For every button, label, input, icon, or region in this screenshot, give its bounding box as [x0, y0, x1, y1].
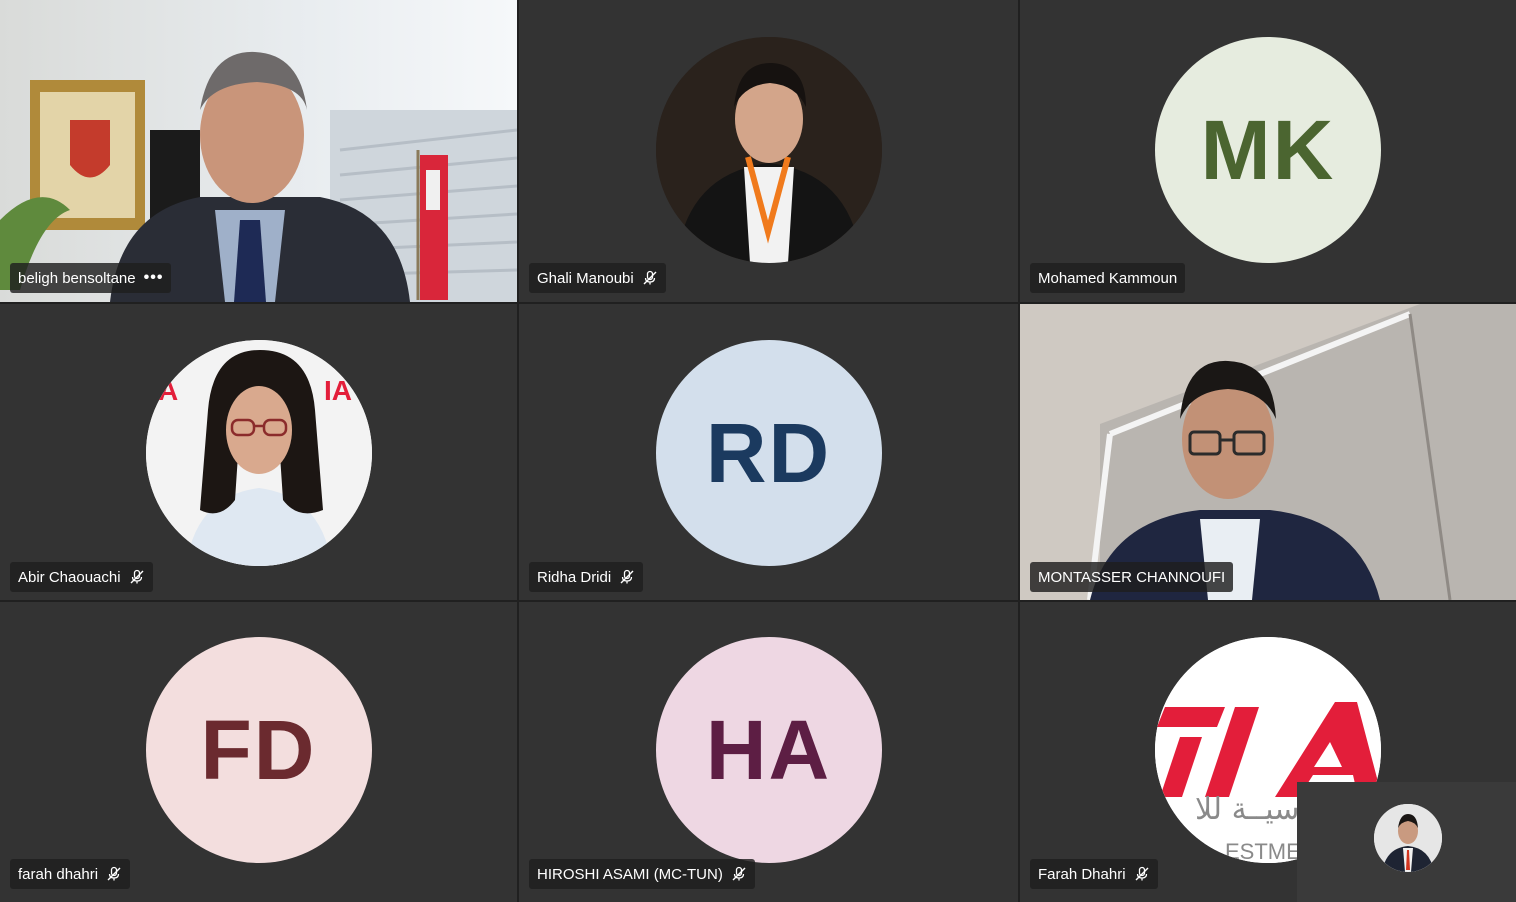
participant-name-label: Ghali Manoubi [529, 263, 666, 293]
avatar-initials: FD [200, 703, 317, 797]
meeting-stage: beligh bensoltane ••• Ghali Manoubi MK M… [0, 0, 1516, 902]
microphone-off-icon [620, 569, 634, 584]
self-avatar-photo [1374, 804, 1442, 872]
svg-text:IA: IA [324, 375, 352, 406]
microphone-off-icon [130, 569, 144, 584]
participant-tile-abir-chaouachi[interactable]: A IA Abir Chaouachi [0, 304, 517, 600]
microphone-off-icon [1135, 866, 1149, 881]
participant-name-label: Abir Chaouachi [10, 562, 153, 592]
avatar-initials: MK [1200, 103, 1336, 197]
participant-avatar-photo: A IA [145, 340, 372, 566]
participant-name: Ridha Dridi [537, 568, 612, 586]
participant-name-label: Mohamed Kammoun [1030, 263, 1186, 293]
participant-name: HIROSHI ASAMI (MC-TUN) [537, 865, 723, 883]
microphone-off-icon [643, 270, 657, 285]
avatar-initials: RD [705, 406, 832, 500]
participant-tile-beligh-bensoltane[interactable]: beligh bensoltane ••• [0, 0, 517, 302]
participant-video [0, 0, 517, 302]
participant-name: farah dhahri [18, 865, 99, 883]
more-options-icon[interactable]: ••• [144, 269, 164, 287]
participant-name: Farah Dhahri [1038, 865, 1126, 883]
microphone-off-icon [107, 866, 121, 881]
participant-tile-hiroshi-asami[interactable]: HA HIROSHI ASAMI (MC-TUN) [519, 602, 1018, 902]
participant-avatar-photo [655, 37, 882, 263]
participant-name-label: HIROSHI ASAMI (MC-TUN) [529, 859, 755, 889]
participant-name-label: Ridha Dridi [529, 562, 644, 592]
participant-name: Mohamed Kammoun [1038, 269, 1178, 287]
participant-tile-farah-dhahri[interactable]: FD farah dhahri [0, 602, 517, 902]
participant-avatar-initials: FD [145, 637, 372, 863]
participant-name-label: farah dhahri [10, 859, 131, 889]
participant-tile-ridha-dridi[interactable]: RD Ridha Dridi [519, 304, 1018, 600]
participant-tile-mohamed-kammoun[interactable]: MK Mohamed Kammoun [1020, 0, 1516, 302]
participant-name: beligh bensoltane [18, 269, 136, 287]
svg-text:سيــة للا: سيــة للا [1195, 792, 1299, 827]
participant-name-label: MONTASSER CHANNOUFI [1030, 562, 1234, 592]
participant-tile-ghali-manoubi[interactable]: Ghali Manoubi [519, 0, 1018, 302]
microphone-off-icon [732, 866, 746, 881]
participant-name: MONTASSER CHANNOUFI [1038, 568, 1226, 586]
participant-name-label: beligh bensoltane ••• [10, 263, 172, 293]
participant-video [1020, 304, 1516, 600]
participant-avatar-initials: MK [1155, 37, 1381, 263]
participant-avatar-initials: HA [655, 637, 882, 863]
self-view-preview[interactable] [1297, 782, 1516, 902]
participant-name: Abir Chaouachi [18, 568, 121, 586]
avatar-initials: HA [705, 703, 832, 797]
participant-avatar-initials: RD [655, 340, 882, 566]
participant-name: Ghali Manoubi [537, 269, 634, 287]
participant-tile-montasser-channoufi[interactable]: MONTASSER CHANNOUFI [1020, 304, 1516, 600]
avatar-photo-image: A IA [145, 340, 372, 566]
svg-text:A: A [158, 375, 178, 406]
self-avatar [1374, 804, 1442, 872]
avatar-photo-image [655, 37, 882, 263]
participant-name-label: Farah Dhahri [1030, 859, 1158, 889]
